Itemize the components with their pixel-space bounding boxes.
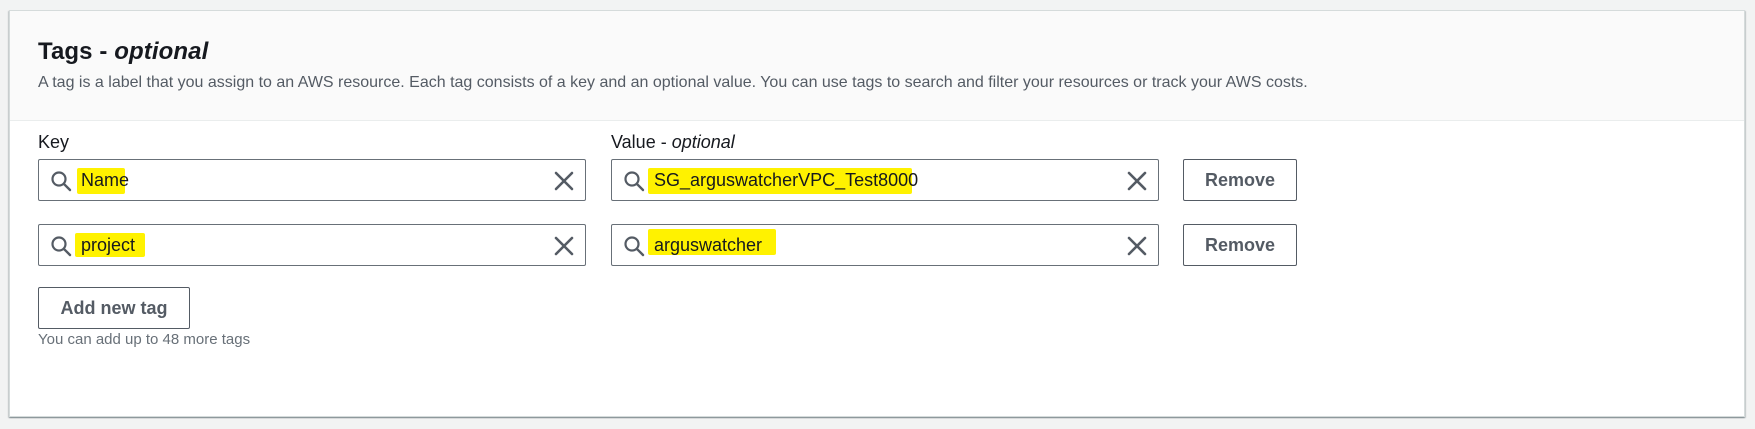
search-icon (624, 171, 645, 192)
close-icon[interactable] (1126, 170, 1148, 192)
section-description: A tag is a label that you assign to an A… (38, 74, 1308, 91)
tag-value-value: arguswatcher (654, 235, 763, 255)
key-column-label: Key (38, 132, 69, 153)
value-label-optional: optional (671, 132, 735, 152)
add-new-tag-button[interactable]: Add new tag (38, 287, 190, 329)
close-icon[interactable] (553, 170, 575, 192)
tag-key-value: Name (81, 170, 130, 190)
remove-tag-button[interactable]: Remove (1183, 224, 1297, 266)
title-optional: optional (114, 38, 209, 65)
value-label-text: Value - (611, 132, 672, 152)
remove-tag-button[interactable]: Remove (1183, 159, 1297, 201)
title-text: Tags - (38, 38, 115, 65)
search-icon (624, 236, 645, 257)
tags-panel: Tags - optional A tag is a label that yo… (9, 10, 1745, 417)
tag-key-input[interactable]: Name (38, 159, 586, 201)
close-icon[interactable] (553, 235, 575, 257)
tag-value-input[interactable]: SG_arguswatcherVPC_Test8000 (611, 159, 1159, 201)
tag-key-input[interactable]: project (38, 224, 586, 266)
tags-panel-header: Tags - optional A tag is a label that yo… (10, 11, 1744, 121)
tag-value-input[interactable]: arguswatcher (611, 224, 1159, 266)
value-column-label: Value - optional (611, 132, 735, 153)
close-icon[interactable] (1126, 235, 1148, 257)
search-icon (51, 236, 72, 257)
page-title: Tags - optional (38, 38, 208, 66)
tag-key-value: project (81, 235, 136, 255)
tag-value-value: SG_arguswatcherVPC_Test8000 (654, 170, 919, 190)
key-label-text: Key (38, 132, 70, 152)
tag-limit-hint: You can add up to 48 more tags (38, 331, 251, 348)
search-icon (51, 171, 72, 192)
